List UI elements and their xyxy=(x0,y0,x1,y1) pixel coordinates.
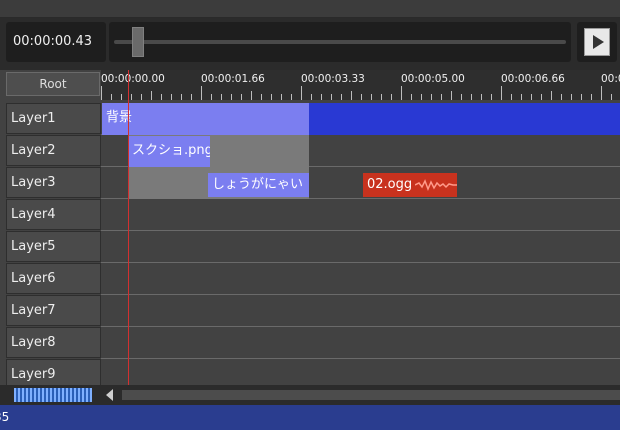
ruler-label: 00:00:06.66 xyxy=(501,73,565,85)
ruler-tick xyxy=(571,94,572,100)
ruler-tick xyxy=(551,91,552,100)
ruler-tick xyxy=(131,94,132,100)
screenshot-clip[interactable]: スクショ.png xyxy=(128,136,210,167)
row-divider xyxy=(101,326,620,327)
zoom-slider[interactable] xyxy=(14,388,92,402)
ruler-tick xyxy=(601,86,602,100)
playhead[interactable] xyxy=(128,70,129,387)
ruler-tick xyxy=(271,94,272,100)
seek-track[interactable] xyxy=(114,40,566,44)
row-divider xyxy=(101,230,620,231)
background-clip-tail[interactable] xyxy=(309,103,620,135)
ruler-tick xyxy=(501,86,502,100)
layer-label-8[interactable]: Layer8 xyxy=(6,327,101,358)
scroll-left-arrow-icon[interactable] xyxy=(106,389,113,401)
ruler-tick xyxy=(331,94,332,100)
row-divider xyxy=(101,294,620,295)
status-text: 35 xyxy=(0,410,10,424)
ruler-tick xyxy=(171,94,172,100)
ruler-tick xyxy=(531,94,532,100)
ruler-tick xyxy=(421,94,422,100)
ruler-tick xyxy=(441,94,442,100)
ruler-tick xyxy=(431,94,432,100)
ruler-tick xyxy=(251,91,252,100)
ruler-tick xyxy=(191,94,192,100)
layer-label-6[interactable]: Layer6 xyxy=(6,263,101,294)
ruler-tick xyxy=(201,86,202,100)
ruler-label: 00:0 xyxy=(601,73,620,85)
ruler-tick xyxy=(181,94,182,100)
ruler-tick xyxy=(301,86,302,100)
time-ruler[interactable]: 00:00:00.00 00:00:01.66 00:00:03.33 00:0… xyxy=(101,70,620,100)
timeline-panel: Root 00:00:00.00 00:00:01.66 00:00:03.33… xyxy=(0,70,620,385)
ruler-tick xyxy=(121,94,122,100)
ruler-label: 00:00:01.66 xyxy=(201,73,265,85)
status-bar: 35 xyxy=(0,405,620,430)
ruler-tick xyxy=(381,94,382,100)
text-clip[interactable]: しょうがにゃい xyxy=(208,173,309,197)
ruler-tick xyxy=(411,94,412,100)
layer-label-3[interactable]: Layer3 xyxy=(6,167,101,198)
ruler-tick xyxy=(161,94,162,100)
ruler-tick xyxy=(341,94,342,100)
row-divider xyxy=(101,262,620,263)
ruler-tick xyxy=(511,94,512,100)
ruler-tick xyxy=(141,94,142,100)
ruler-label: 00:00:00.00 xyxy=(101,73,165,85)
ruler-tick xyxy=(371,94,372,100)
ruler-tick xyxy=(111,94,112,100)
ruler-tick xyxy=(541,94,542,100)
transport-bar: 00:00:00.43 xyxy=(0,18,620,68)
ruler-tick xyxy=(231,94,232,100)
ruler-tick xyxy=(521,94,522,100)
ruler-tick xyxy=(451,91,452,100)
ruler-tick xyxy=(591,94,592,100)
ruler-tick xyxy=(151,91,152,100)
ruler-tick xyxy=(211,94,212,100)
layer-label-1[interactable]: Layer1 xyxy=(6,103,101,134)
ruler-tick xyxy=(261,94,262,100)
ruler-tick xyxy=(281,94,282,100)
horizontal-scrollbar[interactable] xyxy=(0,385,620,405)
ruler-tick xyxy=(561,94,562,100)
time-display: 00:00:00.43 xyxy=(6,22,106,62)
layer-label-2[interactable]: Layer2 xyxy=(6,135,101,166)
ruler-tick xyxy=(611,94,612,100)
row-divider xyxy=(101,358,620,359)
ruler-tick xyxy=(101,86,102,100)
scroll-thumb[interactable] xyxy=(122,390,620,400)
ruler-tick xyxy=(491,94,492,100)
ruler-tick xyxy=(581,94,582,100)
background-clip[interactable]: 背景 xyxy=(102,103,309,135)
layer-label-5[interactable]: Layer5 xyxy=(6,231,101,262)
root-button[interactable]: Root xyxy=(6,72,100,96)
ruler-tick xyxy=(461,94,462,100)
play-icon[interactable] xyxy=(584,28,610,56)
ruler-tick xyxy=(351,91,352,100)
top-menu-strip xyxy=(0,0,620,18)
ruler-tick xyxy=(471,94,472,100)
layer-label-7[interactable]: Layer7 xyxy=(6,295,101,326)
seek-thumb[interactable] xyxy=(132,27,144,57)
play-button[interactable] xyxy=(577,22,617,62)
audio-waveform-icon xyxy=(415,179,457,192)
ruler-label: 00:00:05.00 xyxy=(401,73,465,85)
seek-bar[interactable] xyxy=(109,22,571,62)
ruler-tick xyxy=(481,94,482,100)
ruler-tick xyxy=(291,94,292,100)
layer-label-9[interactable]: Layer9 xyxy=(6,359,101,385)
ruler-tick xyxy=(321,94,322,100)
ruler-tick xyxy=(361,94,362,100)
ruler-tick xyxy=(391,94,392,100)
ruler-tick xyxy=(311,94,312,100)
layer-label-4[interactable]: Layer4 xyxy=(6,199,101,230)
ruler-tick xyxy=(401,86,402,100)
ruler-tick xyxy=(221,94,222,100)
ruler-label: 00:00:03.33 xyxy=(301,73,365,85)
ruler-tick xyxy=(241,94,242,100)
